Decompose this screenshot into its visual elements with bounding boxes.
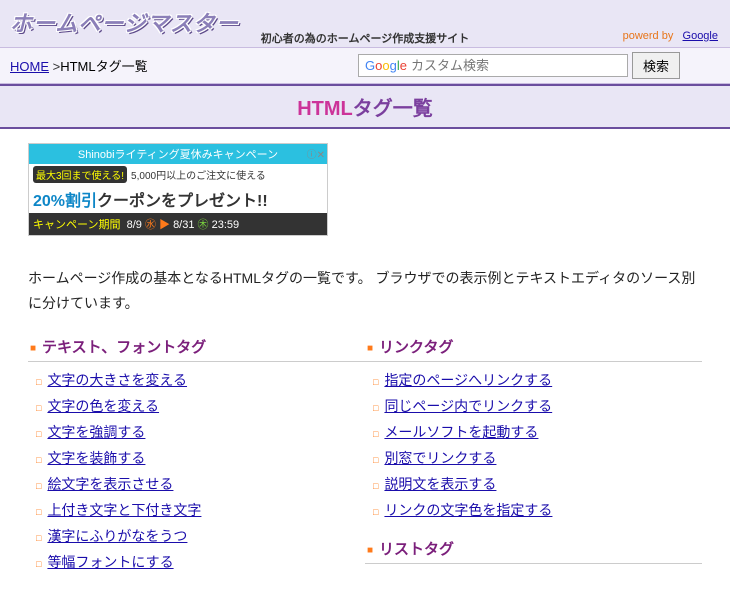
ad-mid: 最大3回まで使える!5,000円以上のご注文に使える (29, 164, 327, 185)
ad-main: 20%割引クーポンをプレゼント!! (29, 185, 327, 213)
intro-text: ホームページ作成の基本となるHTMLタグの一覧です。 ブラウザでの表示例とテキス… (28, 266, 702, 316)
list-link[interactable]: 漢字にふりがなをうつ (47, 528, 187, 544)
list-item: 等幅フォントにする (36, 552, 365, 572)
search-input[interactable] (411, 58, 621, 73)
list-item: 指定のページへリンクする (373, 370, 702, 390)
section-heading-list: リストタグ (365, 536, 702, 564)
list-item: リンクの文字色を指定する (373, 500, 702, 520)
list-link[interactable]: 文字を装飾する (47, 450, 145, 466)
list-link[interactable]: 上付き文字と下付き文字 (47, 502, 201, 518)
google-logo: Google (365, 58, 407, 73)
list-link[interactable]: 指定のページへリンクする (384, 372, 552, 388)
ad-bottom: キャンペーン期間 8/9 ㊌ ▶ 8/31 ㊍ 23:59 (29, 213, 327, 235)
list-item: 上付き文字と下付き文字 (36, 500, 365, 520)
list-item: 文字の大きさを変える (36, 370, 365, 390)
powered-link[interactable]: Google (683, 30, 718, 42)
section-heading-link: リンクタグ (365, 334, 702, 362)
ad-close-icon[interactable]: ⓘ✕ (307, 146, 325, 161)
search-button[interactable]: 検索 (632, 52, 680, 79)
page-title: HTMLタグ一覧 (0, 92, 730, 121)
list-link[interactable]: 別窓でリンクする (384, 450, 496, 466)
page-title-bar: HTMLタグ一覧 (0, 84, 730, 129)
list-item: 文字を装飾する (36, 448, 365, 468)
list-item: 同じページ内でリンクする (373, 396, 702, 416)
list-link[interactable]: 同じページ内でリンクする (384, 398, 552, 414)
breadcrumb-row: HOME >HTMLタグ一覧 Google 検索 (0, 48, 730, 84)
list-item: 絵文字を表示させる (36, 474, 365, 494)
list-item: 別窓でリンクする (373, 448, 702, 468)
list-link[interactable]: 絵文字を表示させる (47, 476, 173, 492)
list-link[interactable]: 文字を強調する (47, 424, 145, 440)
breadcrumb-home[interactable]: HOME (10, 59, 49, 74)
list-link[interactable]: 文字の大きさを変える (47, 372, 187, 388)
list-item: 説明文を表示する (373, 474, 702, 494)
list-item: 漢字にふりがなをうつ (36, 526, 365, 546)
list-link[interactable]: リンクの文字色を指定する (384, 502, 552, 518)
tagline: 初心者の為のホームページ作成支援サイト (261, 30, 469, 46)
content: ⓘ✕ Shinobiライティング夏休みキャンペーン 最大3回まで使える!5,00… (0, 129, 730, 602)
search-box[interactable]: Google (358, 54, 628, 77)
list-link[interactable]: 文字の色を変える (47, 398, 159, 414)
section-heading-text: テキスト、フォントタグ (28, 334, 365, 362)
list-item: メールソフトを起動する (373, 422, 702, 442)
list-link[interactable]: 説明文を表示する (384, 476, 496, 492)
ad-top: Shinobiライティング夏休みキャンペーン (29, 144, 327, 164)
search: Google 検索 (358, 52, 680, 79)
breadcrumb: HOME >HTMLタグ一覧 (10, 56, 148, 75)
ad-banner[interactable]: ⓘ✕ Shinobiライティング夏休みキャンペーン 最大3回まで使える!5,00… (28, 143, 328, 236)
list-item: 文字を強調する (36, 422, 365, 442)
lists: テキスト、フォントタグ 文字の大きさを変える文字の色を変える文字を強調する文字を… (28, 334, 702, 588)
header: ホームページマスター 初心者の為のホームページ作成支援サイト powerd by… (0, 0, 730, 48)
right-column: リンクタグ 指定のページへリンクする同じページ内でリンクするメールソフトを起動す… (365, 334, 702, 588)
list-item: 文字の色を変える (36, 396, 365, 416)
list-link[interactable]: メールソフトを起動する (384, 424, 538, 440)
breadcrumb-current: HTMLタグ一覧 (60, 59, 147, 74)
left-column: テキスト、フォントタグ 文字の大きさを変える文字の色を変える文字を強調する文字を… (28, 334, 365, 588)
powered-by: powerd by Google (623, 30, 718, 42)
list-link[interactable]: 等幅フォントにする (47, 554, 173, 570)
